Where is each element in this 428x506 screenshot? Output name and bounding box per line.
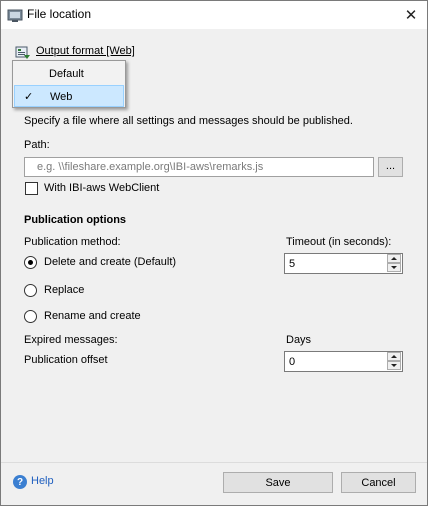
menu-item-default-label: Default (49, 68, 84, 80)
output-format-link[interactable]: Output format [Web] (36, 45, 135, 57)
help-link[interactable]: Help (31, 475, 54, 487)
menu-item-web[interactable]: ✓ Web (14, 85, 124, 107)
timeout-increment-button[interactable] (387, 254, 401, 263)
close-button[interactable]: ✕ (397, 4, 425, 26)
timeout-label: Timeout (in seconds): (286, 236, 392, 248)
path-label: Path: (24, 139, 50, 151)
arrow-up-icon (391, 257, 397, 260)
radio-delete-and-create[interactable] (24, 256, 37, 269)
footer-divider (1, 462, 427, 463)
days-label: Days (286, 334, 312, 346)
publication-method-label: Publication method: (24, 236, 121, 248)
timeout-decrement-button[interactable] (387, 263, 401, 272)
arrow-down-icon (391, 364, 397, 367)
timeout-input[interactable] (287, 255, 383, 272)
offset-input[interactable] (287, 353, 383, 370)
close-icon: ✕ (404, 7, 418, 24)
publication-options-title: Publication options (24, 214, 127, 226)
menu-item-default[interactable]: Default (14, 63, 124, 85)
radio-rename-and-create[interactable] (24, 310, 37, 323)
radio-replace-label: Replace (44, 284, 85, 296)
offset-decrement-button[interactable] (387, 361, 401, 370)
publication-offset-label: Publication offset (24, 354, 108, 366)
arrow-up-icon (391, 355, 397, 358)
window-app-icon (7, 9, 23, 22)
webclient-label: With IBI-aws WebClient (44, 182, 160, 194)
radio-delete-and-create-label: Delete and create (Default) (44, 256, 177, 268)
output-format-icon (15, 46, 30, 59)
path-input[interactable] (24, 157, 374, 177)
radio-rename-and-create-label: Rename and create (44, 310, 141, 322)
window-title: File location (27, 7, 92, 21)
checkmark-icon: ✓ (24, 91, 34, 103)
save-button[interactable]: Save (223, 472, 333, 493)
description-text: Specify a file where all settings and me… (24, 115, 353, 127)
offset-increment-button[interactable] (387, 352, 401, 361)
output-format-menu: Default ✓ Web (12, 60, 126, 108)
offset-spinner (284, 351, 403, 372)
expired-messages-label: Expired messages: (24, 334, 118, 346)
browse-button[interactable]: ... (378, 157, 403, 177)
webclient-checkbox[interactable] (25, 182, 38, 195)
radio-replace[interactable] (24, 284, 37, 297)
menu-item-web-label: Web (50, 91, 73, 103)
help-icon[interactable]: ? (13, 475, 27, 489)
arrow-down-icon (391, 266, 397, 269)
title-bar: File location ✕ (1, 1, 427, 29)
timeout-spinner (284, 253, 403, 274)
cancel-button[interactable]: Cancel (341, 472, 416, 493)
